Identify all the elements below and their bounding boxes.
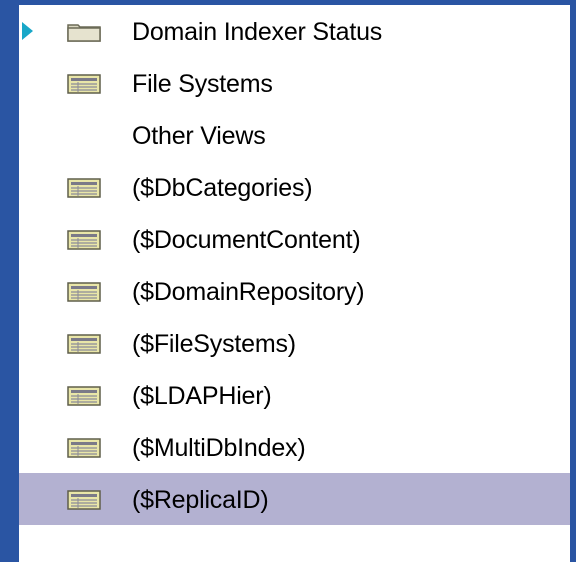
tree-item-domainrepository[interactable]: ($DomainRepository) <box>19 265 570 317</box>
view-icon <box>67 74 101 94</box>
tree-item-file-systems[interactable]: File Systems <box>19 57 570 109</box>
tree-item-label: ($FileSystems) <box>132 330 296 358</box>
view-icon <box>67 230 101 250</box>
tree-item-dbcategories[interactable]: ($DbCategories) <box>19 161 570 213</box>
folder-icon <box>67 24 101 42</box>
view-icon <box>67 178 101 198</box>
tree-item-documentcontent[interactable]: ($DocumentContent) <box>19 213 570 265</box>
tree-item-multidbindex[interactable]: ($MultiDbIndex) <box>19 421 570 473</box>
tree-item-label: File Systems <box>132 70 273 98</box>
tree-item-other-views[interactable]: Other Views <box>19 109 570 161</box>
view-icon <box>67 282 101 302</box>
view-icon <box>67 386 101 406</box>
window-border-right <box>570 0 576 562</box>
tree-item-label: Domain Indexer Status <box>132 18 383 46</box>
tree-item-label: Other Views <box>132 122 266 150</box>
view-tree: Domain Indexer Status File Systems Other… <box>19 5 570 525</box>
tree-item-label: ($MultiDbIndex) <box>132 434 306 462</box>
navigator-pane: Domain Indexer Status File Systems Other… <box>0 0 576 562</box>
view-icon <box>67 334 101 354</box>
tree-item-label: ($LDAPHier) <box>132 382 272 410</box>
view-icon <box>67 438 101 458</box>
window-border-left <box>0 0 19 562</box>
tree-item-domain-indexer-status[interactable]: Domain Indexer Status <box>19 5 570 57</box>
view-icon <box>67 490 101 510</box>
tree-item-label: ($DocumentContent) <box>132 226 361 254</box>
tree-item-label: ($DbCategories) <box>132 174 313 202</box>
tree-item-label: ($DomainRepository) <box>132 278 365 306</box>
tree-item-replicaid[interactable]: ($ReplicaID) <box>19 473 570 525</box>
tree-item-label: ($ReplicaID) <box>132 486 269 514</box>
expand-arrow-icon[interactable] <box>22 22 33 40</box>
tree-item-ldaphier[interactable]: ($LDAPHier) <box>19 369 570 421</box>
tree-item-filesystems-hidden[interactable]: ($FileSystems) <box>19 317 570 369</box>
